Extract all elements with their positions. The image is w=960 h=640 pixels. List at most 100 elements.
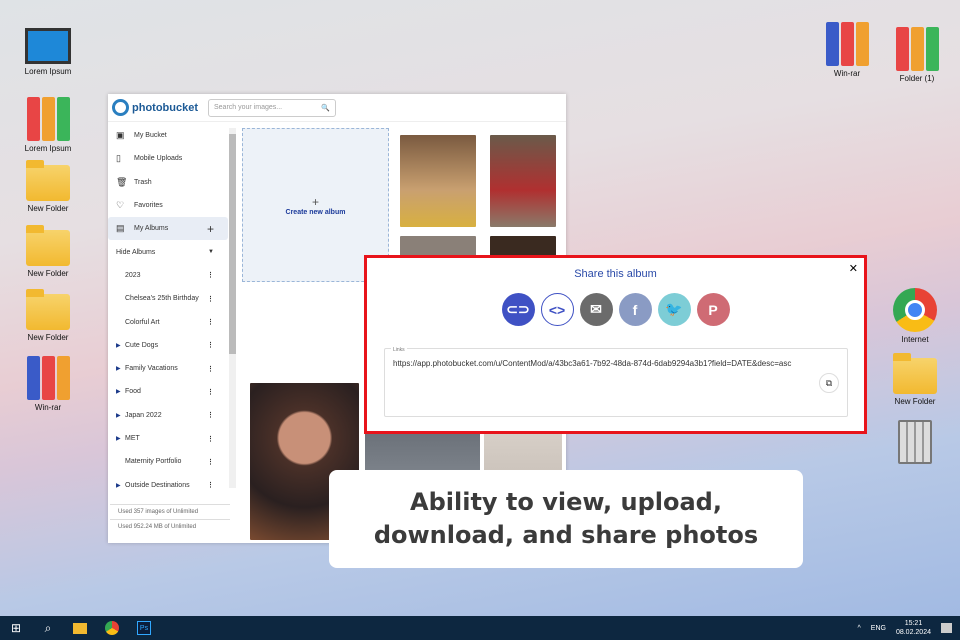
hide-albums-toggle[interactable]: Hide Albums ▼ bbox=[108, 240, 228, 263]
desktop-icon-folder[interactable]: New Folder bbox=[13, 289, 83, 342]
photo-thumbnail[interactable] bbox=[400, 236, 476, 256]
photo-thumbnail[interactable] bbox=[400, 135, 476, 227]
sidebar-scrollbar[interactable] bbox=[229, 128, 236, 488]
notification-icon[interactable] bbox=[941, 623, 952, 633]
language-indicator[interactable]: ENG bbox=[871, 625, 886, 632]
usage-images: Used 357 images of Unlimited bbox=[110, 504, 230, 519]
album-label: Chelsea's 25th Birthday bbox=[125, 295, 199, 303]
share-url[interactable]: https://app.photobucket.com/u/ContentMod… bbox=[393, 359, 791, 368]
close-button[interactable]: ✕ bbox=[849, 262, 858, 275]
nav-label: Mobile Uploads bbox=[134, 155, 183, 163]
chrome-icon[interactable] bbox=[96, 616, 128, 640]
pinterest-share-button[interactable]: P bbox=[696, 293, 730, 326]
desktop-icon-folder[interactable]: New Folder bbox=[13, 225, 83, 278]
folder-icon bbox=[26, 289, 70, 330]
more-options-icon[interactable]: ⋮ bbox=[207, 435, 214, 443]
label: New Folder bbox=[27, 333, 69, 342]
desktop-icon-internet[interactable]: Internet bbox=[880, 288, 950, 344]
desktop-icon-winrar[interactable]: Win-rar bbox=[13, 356, 83, 412]
album-item[interactable]: ▶ Japan 2022 ⋮ bbox=[108, 404, 228, 427]
more-options-icon[interactable]: ⋮ bbox=[207, 458, 214, 466]
label: Lorem Ipsum bbox=[24, 67, 72, 76]
twitter-share-button[interactable]: 🐦 bbox=[657, 293, 691, 326]
desktop-icon-binders[interactable]: Lorem Ipsum bbox=[13, 97, 83, 153]
album-label: Food bbox=[125, 388, 141, 396]
label: New Folder bbox=[27, 269, 69, 278]
album-item[interactable]: ▶ Food ⋮ bbox=[108, 380, 228, 403]
links-label: Links bbox=[391, 343, 407, 357]
search-icon[interactable]: ⌕ bbox=[32, 616, 64, 640]
more-options-icon[interactable]: ⋮ bbox=[207, 388, 214, 396]
desktop-icon-computer[interactable]: Lorem Ipsum bbox=[13, 28, 83, 76]
nav-label: My Bucket bbox=[134, 132, 167, 140]
album-item[interactable]: Chelsea's 25th Birthday ⋮ bbox=[108, 287, 228, 310]
album-item[interactable]: Maternity Portfolio ⋮ bbox=[108, 450, 228, 473]
album-item[interactable]: ▶ Outside Destinations ⋮ bbox=[108, 473, 228, 488]
nav-my-bucket[interactable]: ▣ My Bucket bbox=[108, 124, 228, 147]
more-options-icon[interactable]: ⋮ bbox=[207, 481, 214, 488]
links-field[interactable]: Links https://app.photobucket.com/u/Cont… bbox=[384, 343, 848, 417]
email-icon: ✉ bbox=[590, 301, 602, 317]
pinterest-icon: P bbox=[708, 301, 718, 318]
desktop-icon-winrar[interactable]: Win-rar bbox=[812, 22, 882, 78]
desktop-icon-folder[interactable]: New Folder bbox=[13, 160, 83, 213]
search-icon[interactable]: 🔍 bbox=[321, 104, 330, 112]
album-item[interactable]: ▶ Family Vacations ⋮ bbox=[108, 357, 228, 380]
more-options-icon[interactable]: ⋮ bbox=[207, 365, 214, 373]
album-label: Japan 2022 bbox=[125, 411, 162, 419]
expand-arrow-icon[interactable]: ▶ bbox=[116, 482, 121, 488]
link-share-button[interactable]: ⊂⊃ bbox=[501, 293, 535, 326]
album-label: Maternity Portfolio bbox=[125, 458, 182, 466]
share-album-dialog: Share this album ✕ ⊂⊃ <> ✉ f 🐦 P Links https:… bbox=[364, 255, 867, 434]
album-label: Outside Destinations bbox=[125, 481, 190, 488]
photoshop-icon[interactable]: Ps bbox=[128, 616, 160, 640]
folder-icon bbox=[893, 353, 937, 394]
label: New Folder bbox=[27, 204, 69, 213]
nav-trash[interactable]: 🗑 Trash bbox=[108, 171, 228, 194]
album-item[interactable]: ▶ MET ⋮ bbox=[108, 427, 228, 450]
expand-arrow-icon[interactable]: ▶ bbox=[116, 365, 121, 372]
facebook-share-button[interactable]: f bbox=[618, 293, 652, 326]
expand-arrow-icon[interactable]: ▶ bbox=[116, 435, 121, 442]
file-explorer-icon[interactable] bbox=[64, 616, 96, 640]
album-item[interactable]: ▶ Cute Dogs ⋮ bbox=[108, 334, 228, 357]
photobucket-logo[interactable]: photobucket bbox=[112, 99, 198, 116]
album-item[interactable]: 2023 ⋮ bbox=[108, 264, 228, 287]
chevron-down-icon: ▼ bbox=[208, 249, 214, 256]
logo-text: photobucket bbox=[132, 101, 198, 114]
search-input[interactable]: Search your images... 🔍 bbox=[208, 98, 336, 117]
label: Internet bbox=[901, 335, 929, 344]
caption-text: Ability to view, upload, download, and s… bbox=[373, 488, 759, 549]
copy-button[interactable]: ⧉ bbox=[819, 373, 839, 393]
album-label: Family Vacations bbox=[125, 365, 178, 373]
expand-arrow-icon[interactable]: ▶ bbox=[116, 412, 121, 419]
photo-thumbnail[interactable] bbox=[490, 236, 556, 256]
expand-arrow-icon[interactable]: ▶ bbox=[116, 388, 121, 395]
photo-thumbnail[interactable] bbox=[490, 135, 556, 227]
more-options-icon[interactable]: ⋮ bbox=[207, 341, 214, 349]
recycle-bin[interactable] bbox=[880, 420, 950, 467]
start-button[interactable]: ⊞ bbox=[0, 616, 32, 640]
expand-arrow-icon[interactable]: ▶ bbox=[116, 342, 121, 349]
desktop-icon-folder[interactable]: New Folder bbox=[880, 353, 950, 406]
more-options-icon[interactable]: ⋮ bbox=[207, 271, 214, 279]
label: Lorem Ipsum bbox=[24, 144, 72, 153]
more-options-icon[interactable]: ⋮ bbox=[207, 411, 214, 419]
nav-my-albums[interactable]: ▤ My Albums + bbox=[108, 217, 228, 241]
more-options-icon[interactable]: ⋮ bbox=[207, 295, 214, 303]
nav-mobile-uploads[interactable]: ▯ Mobile Uploads bbox=[108, 147, 228, 170]
more-options-icon[interactable]: ⋮ bbox=[207, 318, 214, 326]
chevron-up-icon[interactable]: ^ bbox=[857, 625, 860, 632]
email-share-button[interactable]: ✉ bbox=[579, 293, 613, 326]
nav-label: Favorites bbox=[134, 202, 163, 210]
sidebar: ▣ My Bucket ▯ Mobile Uploads 🗑 Trash ♡ Favor… bbox=[108, 124, 236, 543]
nav-favorites[interactable]: ♡ Favorites bbox=[108, 194, 228, 217]
album-item[interactable]: Colorful Art ⋮ bbox=[108, 310, 228, 333]
desktop-icon-folder1[interactable]: Folder (1) bbox=[882, 27, 952, 83]
clock[interactable]: 15:21 08.02.2024 bbox=[896, 619, 931, 637]
add-album-button[interactable]: + bbox=[207, 222, 214, 236]
time: 15:21 bbox=[904, 620, 923, 627]
chrome-icon bbox=[893, 288, 937, 332]
scrollbar-thumb[interactable] bbox=[229, 134, 236, 354]
embed-share-button[interactable]: <> bbox=[540, 293, 574, 326]
